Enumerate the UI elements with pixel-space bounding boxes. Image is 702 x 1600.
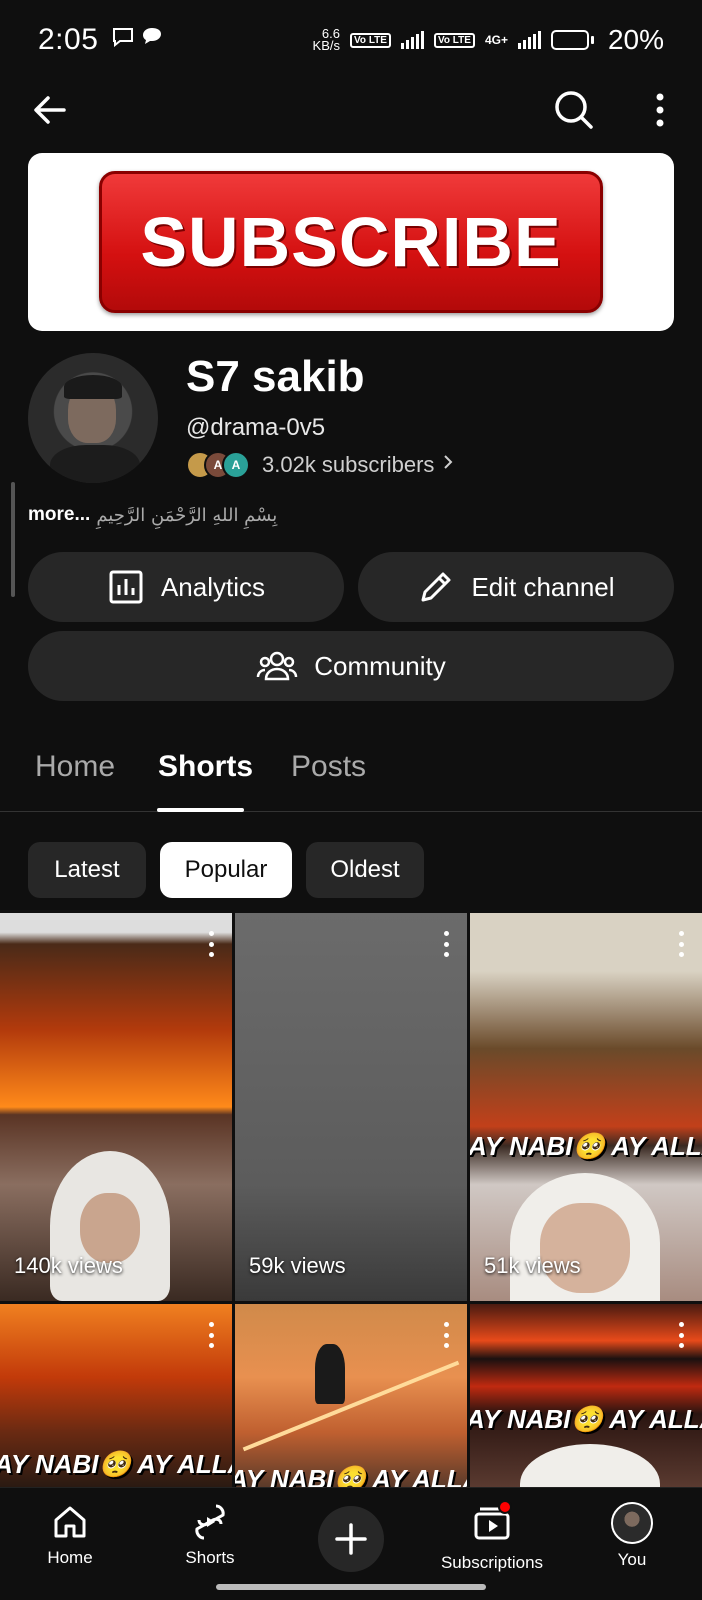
nav-you-label: You bbox=[617, 1550, 647, 1569]
channel-name: S7 sakib bbox=[186, 352, 365, 401]
search-icon bbox=[555, 91, 593, 129]
filter-chip-oldest[interactable]: Oldest bbox=[306, 842, 424, 898]
short-thumbnail[interactable]: 59k views bbox=[235, 913, 467, 1301]
nav-home-label: Home bbox=[47, 1548, 93, 1567]
nav-you[interactable]: You bbox=[562, 1502, 702, 1570]
channel-avatar[interactable] bbox=[28, 353, 158, 483]
short-overlay-text: AY NABI🥺 AY ALLAH bbox=[0, 1449, 232, 1479]
channel-description[interactable]: more... بِسْمِ اللهِ الرَّحْمَنِ الرَّحِ… bbox=[28, 504, 277, 526]
short-more-icon[interactable] bbox=[443, 931, 449, 957]
signal-icon bbox=[400, 31, 424, 49]
short-thumbnail[interactable]: 140k views bbox=[0, 913, 232, 1301]
top-bar bbox=[0, 80, 702, 142]
back-arrow-icon bbox=[34, 96, 66, 124]
you-avatar bbox=[611, 1502, 653, 1544]
community-button[interactable]: Community bbox=[28, 631, 674, 701]
battery-percent: 20% bbox=[607, 24, 664, 55]
short-views: 51k views bbox=[484, 1253, 581, 1278]
home-icon bbox=[54, 1506, 86, 1538]
network-type: 4G+ bbox=[484, 33, 508, 47]
nav-home[interactable]: Home bbox=[0, 1502, 140, 1568]
short-overlay-text: AY NABI🥺 AY ALLAH bbox=[235, 1464, 467, 1487]
volte-badge-2: Vo LTE bbox=[433, 32, 475, 48]
analytics-label: Analytics bbox=[160, 571, 266, 602]
short-thumbnail[interactable]: AY NABI🥺 AY ALLAH bbox=[0, 1304, 232, 1487]
short-more-icon[interactable] bbox=[208, 931, 214, 957]
banner-text: SUBSCRIBE bbox=[140, 203, 562, 281]
plus-icon bbox=[335, 1523, 367, 1555]
signal-icon-2 bbox=[517, 31, 541, 49]
pencil-icon bbox=[421, 572, 451, 602]
analytics-button[interactable]: Analytics bbox=[28, 552, 344, 622]
community-icon bbox=[257, 651, 298, 681]
create-button[interactable] bbox=[318, 1506, 384, 1572]
shorts-grid: 140k views 59k views AY NABI🥺 AY ALLAH 5… bbox=[0, 913, 702, 1487]
active-tab-indicator bbox=[157, 808, 244, 812]
filter-chip-latest[interactable]: Latest bbox=[28, 842, 146, 898]
banner-subscribe-graphic: SUBSCRIBE bbox=[99, 171, 603, 313]
more-vertical-icon bbox=[656, 93, 664, 127]
chevron-right-icon bbox=[442, 453, 454, 477]
description-text: بِسْمِ اللهِ الرَّحْمَنِ الرَّحِيمِ bbox=[96, 504, 278, 526]
short-thumbnail[interactable]: AY NABI🥺 AY ALLAH bbox=[235, 1304, 467, 1487]
short-more-icon[interactable] bbox=[678, 1322, 684, 1348]
short-views: 140k views bbox=[14, 1253, 123, 1278]
nav-subscriptions-label: Subscriptions bbox=[440, 1553, 544, 1572]
tab-posts[interactable]: Posts bbox=[291, 750, 366, 784]
message-icon bbox=[142, 27, 162, 53]
chat-icon bbox=[112, 27, 134, 53]
short-thumbnail[interactable]: AY NABI🥺 AY ALLAH 51k views bbox=[470, 913, 702, 1301]
analytics-icon bbox=[109, 570, 143, 604]
channel-tabs: Home Shorts Posts bbox=[0, 742, 702, 812]
short-views: 59k views bbox=[249, 1253, 346, 1278]
community-label: Community bbox=[314, 650, 446, 681]
status-time: 2:05 bbox=[38, 23, 99, 56]
short-overlay-text: AY NABI🥺 AY ALLAH bbox=[470, 1404, 702, 1434]
subscribers-row[interactable]: A A 3.02k subscribers bbox=[186, 450, 454, 480]
channel-handle: @drama-0v5 bbox=[186, 414, 326, 441]
notification-icons bbox=[112, 27, 162, 53]
tab-shorts[interactable]: Shorts bbox=[158, 750, 253, 784]
short-overlay-text: AY NABI🥺 AY ALLAH bbox=[470, 1131, 702, 1161]
subscriber-count: 3.02k subscribers bbox=[262, 452, 435, 477]
more-options-button[interactable] bbox=[640, 88, 680, 132]
edit-channel-button[interactable]: Edit channel bbox=[358, 552, 674, 622]
short-more-icon[interactable] bbox=[208, 1322, 214, 1348]
subscriber-avatars: A A bbox=[186, 451, 250, 479]
search-button[interactable] bbox=[552, 88, 596, 132]
scroll-indicator bbox=[11, 482, 15, 597]
battery-icon bbox=[550, 30, 594, 50]
home-indicator[interactable] bbox=[216, 1584, 486, 1590]
filter-chip-popular[interactable]: Popular bbox=[160, 842, 292, 898]
volte-badge: Vo LTE bbox=[350, 32, 391, 48]
nav-shorts[interactable]: Shorts bbox=[140, 1502, 280, 1568]
notification-dot bbox=[498, 1500, 512, 1514]
edit-channel-label: Edit channel bbox=[471, 571, 615, 602]
shorts-icon bbox=[195, 1504, 225, 1540]
status-bar: 2:05 6.6 KB/s Vo LTE Vo LTE 4G+ 20% bbox=[0, 0, 702, 80]
back-button[interactable] bbox=[30, 90, 70, 130]
description-more-link[interactable]: more... bbox=[28, 504, 90, 526]
subscriber-avatar: A bbox=[222, 451, 250, 479]
status-right: 6.6 KB/s Vo LTE Vo LTE 4G+ 20% bbox=[313, 24, 664, 56]
tab-home[interactable]: Home bbox=[35, 750, 115, 784]
short-thumbnail[interactable]: AY NABI🥺 AY ALLAH bbox=[470, 1304, 702, 1487]
channel-banner: SUBSCRIBE bbox=[28, 153, 674, 331]
short-more-icon[interactable] bbox=[443, 1322, 449, 1348]
short-more-icon[interactable] bbox=[678, 931, 684, 957]
nav-shorts-label: Shorts bbox=[185, 1548, 235, 1567]
network-speed: 6.6 KB/s bbox=[312, 26, 340, 53]
nav-subscriptions[interactable]: Subscriptions bbox=[422, 1500, 562, 1573]
